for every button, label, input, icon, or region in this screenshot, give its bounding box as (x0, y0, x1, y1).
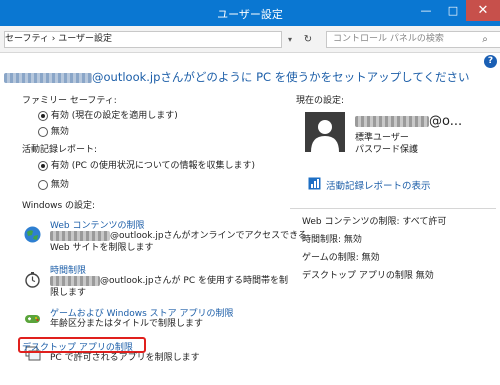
current-settings-label: 現在の設定: (296, 96, 345, 106)
highlight-box (18, 337, 146, 353)
password-status: パスワード保護 (355, 145, 419, 155)
redacted-username (50, 275, 100, 286)
search-icon[interactable]: ⌕ (476, 31, 494, 48)
windows-settings-label: Windows の設定: (22, 201, 96, 211)
activity-report-label: 活動記録レポート: (22, 145, 98, 155)
radio-selected-icon[interactable] (38, 110, 48, 121)
maximize-button[interactable]: □ (440, 0, 466, 21)
search-input[interactable]: コントロール パネルの検索 (326, 31, 500, 48)
breadcrumb[interactable]: セーフティ › ユーザー設定 (4, 31, 282, 48)
radio-unselected-icon[interactable] (38, 126, 48, 137)
redacted-username (4, 72, 92, 83)
current-setting-row: ゲームの制限: 無効 (302, 253, 380, 263)
current-setting-row: デスクトップ アプリの制限 無効 (302, 271, 434, 281)
family-safety-label: ファミリー セーフティ: (22, 96, 117, 106)
desktop-app-limit-desc: PC で許可されるアプリを制限します (50, 353, 200, 363)
web-content-limit-desc: @outlook.jpさんがオンラインでアクセスできる (50, 230, 307, 242)
current-setting-row: Web コンテンツの制限: すべて許可 (302, 217, 447, 227)
stopwatch-icon (24, 271, 41, 288)
user-avatar-icon (305, 112, 345, 152)
close-button[interactable]: ✕ (466, 0, 500, 21)
divider (290, 208, 496, 209)
activity-report-view-link[interactable]: 活動記録レポートの表示 (326, 178, 431, 192)
family-safety-on-radio[interactable]: 有効 (現在の設定を適用します) (38, 108, 178, 121)
web-content-limit-desc2: Web サイトを制限します (50, 243, 154, 253)
chevron-down-icon[interactable]: ▾ (282, 31, 298, 48)
redacted-username (50, 230, 110, 241)
activity-report-off-radio[interactable]: 無効 (38, 177, 69, 190)
current-user-name: @o... (355, 114, 462, 129)
radio-selected-icon[interactable] (38, 160, 48, 171)
gamepad-icon (24, 310, 41, 327)
family-safety-off-radio[interactable]: 無効 (38, 124, 69, 137)
game-store-limit-desc: 年齢区分またはタイトルで制限します (50, 319, 204, 329)
help-icon[interactable]: ? (484, 55, 497, 68)
globe-icon (24, 226, 41, 243)
activity-report-on-radio[interactable]: 有効 (PC の使用状況についての情報を収集します) (38, 158, 255, 171)
time-limit-desc: @outlook.jpさんが PC を使用する時間帯を制 (50, 275, 288, 287)
refresh-icon[interactable]: ↻ (300, 31, 316, 48)
minimize-button[interactable]: — (412, 0, 440, 21)
redacted-username (355, 116, 429, 127)
radio-unselected-icon[interactable] (38, 179, 48, 190)
page-title: @outlook.jpさんがどのように PC を使うかをセットアップしてください (4, 69, 470, 85)
report-icon (308, 177, 321, 190)
time-limit-desc2: 限します (50, 288, 87, 298)
current-setting-row: 時間制限: 無効 (302, 235, 362, 245)
